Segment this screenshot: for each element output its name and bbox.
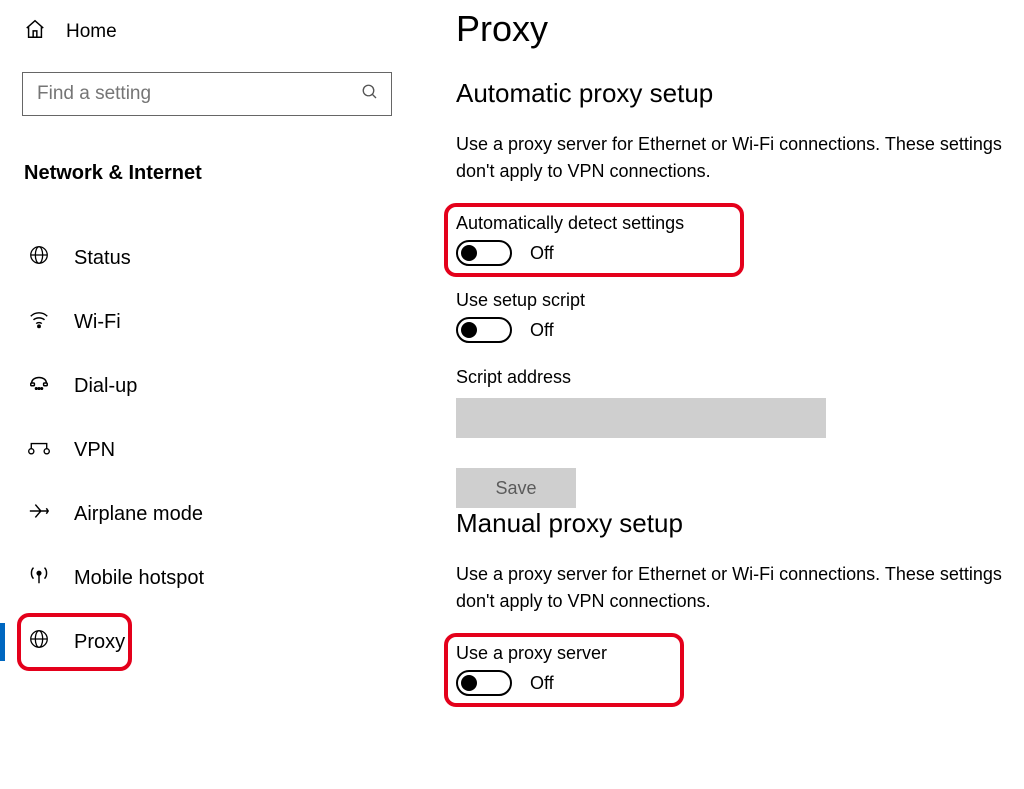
auto-detect-toggle[interactable] [456,240,512,266]
hotspot-icon [26,564,52,592]
auto-detect-label: Automatically detect settings [456,213,746,234]
auto-detect-block: Automatically detect settings Off [456,213,746,266]
sidebar-nav: Status Wi-Fi Dial-up [22,233,420,667]
sidebar-item-label: Mobile hotspot [74,567,204,590]
vpn-icon [26,436,52,464]
sidebar-item-vpn[interactable]: VPN [22,425,420,475]
sidebar-item-label: Airplane mode [74,503,203,526]
home-label: Home [66,21,117,43]
search-icon [361,83,379,106]
airplane-icon [26,500,52,528]
use-proxy-toggle[interactable] [456,670,512,696]
setup-script-block: Use setup script Off [456,290,1016,343]
sidebar-item-label: Status [74,247,131,270]
settings-sidebar: Home Network & Internet Status [0,0,420,789]
use-proxy-state: Off [530,673,554,694]
sidebar-item-label: Dial-up [74,375,137,398]
search-input[interactable] [35,82,361,106]
sidebar-item-status[interactable]: Status [22,233,420,283]
script-address-input[interactable] [456,398,826,438]
auto-detect-state: Off [530,243,554,264]
search-input-wrap[interactable] [22,72,392,116]
page-title: Proxy [456,8,1016,50]
globe-icon [26,244,52,272]
dialup-icon [26,372,52,400]
use-proxy-block: Use a proxy server Off [456,643,686,696]
save-button[interactable]: Save [456,468,576,508]
home-button[interactable]: Home [22,10,420,54]
setup-script-label: Use setup script [456,290,1016,311]
sidebar-item-hotspot[interactable]: Mobile hotspot [22,553,420,603]
sidebar-category: Network & Internet [22,162,420,185]
sidebar-item-proxy[interactable]: Proxy [22,617,420,667]
setup-script-toggle[interactable] [456,317,512,343]
script-address-label: Script address [456,367,1016,388]
manual-heading: Manual proxy setup [456,508,1016,539]
use-proxy-label: Use a proxy server [456,643,686,664]
sidebar-item-wifi[interactable]: Wi-Fi [22,297,420,347]
setup-script-state: Off [530,320,554,341]
auto-desc: Use a proxy server for Ethernet or Wi-Fi… [456,131,1016,185]
auto-heading: Automatic proxy setup [456,78,1016,109]
wifi-icon [26,308,52,336]
sidebar-item-dialup[interactable]: Dial-up [22,361,420,411]
home-icon [22,18,48,46]
sidebar-item-label: Wi-Fi [74,311,121,334]
sidebar-item-label: VPN [74,439,115,462]
settings-content: Proxy Automatic proxy setup Use a proxy … [420,0,1024,789]
globe-icon [26,628,52,656]
sidebar-item-label: Proxy [74,631,125,654]
sidebar-item-airplane[interactable]: Airplane mode [22,489,420,539]
manual-desc: Use a proxy server for Ethernet or Wi-Fi… [456,561,1016,615]
